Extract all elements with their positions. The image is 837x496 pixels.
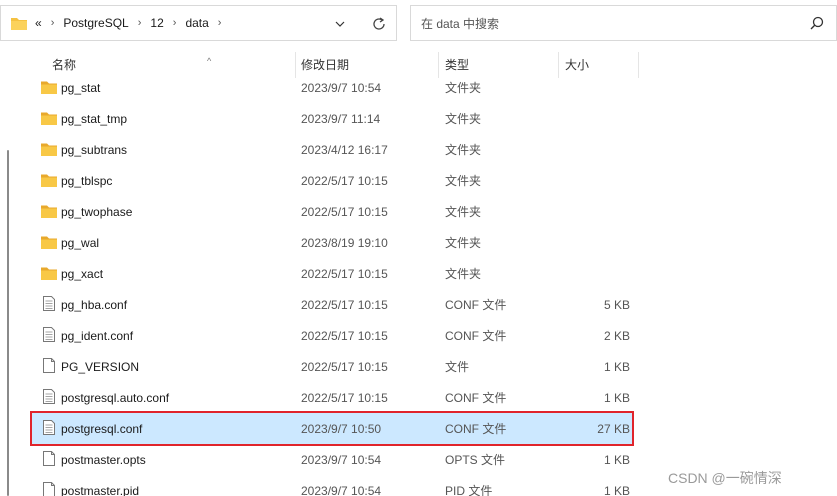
file-icon bbox=[43, 358, 59, 373]
file-icon bbox=[43, 451, 59, 466]
file-size: 5 KB bbox=[603, 297, 630, 312]
text-file-icon bbox=[43, 389, 59, 404]
file-name: pg_wal bbox=[61, 235, 100, 250]
folder-icon bbox=[41, 204, 57, 218]
file-size: 2 KB bbox=[603, 328, 630, 343]
watermark-text: CSDN @一碗情深 bbox=[668, 470, 782, 486]
file-modified-date: 2022/5/17 10:15 bbox=[301, 173, 388, 188]
file-name: pg_subtrans bbox=[61, 142, 128, 157]
sort-ascending-icon: ^ bbox=[207, 56, 212, 66]
file-row[interactable]: postmaster.pid 2023/9/7 10:54 PID 文件 1 KB bbox=[32, 475, 632, 496]
file-type: 文件 bbox=[445, 360, 470, 374]
file-modified-date: 2023/9/7 10:54 bbox=[301, 80, 382, 95]
file-type: 文件夹 bbox=[445, 267, 482, 281]
file-name: pg_hba.conf bbox=[61, 297, 128, 312]
file-modified-date: 2023/8/19 19:10 bbox=[301, 235, 388, 250]
file-size: 1 KB bbox=[603, 483, 630, 496]
file-modified-date: 2023/9/7 11:14 bbox=[301, 111, 381, 126]
vertical-scrollbar[interactable] bbox=[7, 150, 9, 496]
breadcrumb: « › PostgreSQL › 12 › data › bbox=[35, 16, 230, 30]
folder-icon bbox=[41, 142, 57, 156]
chevron-right-icon: › bbox=[50, 17, 55, 29]
file-modified-date: 2022/5/17 10:15 bbox=[301, 359, 388, 374]
folder-row[interactable]: pg_subtrans 2023/4/12 16:17 文件夹 bbox=[32, 134, 632, 165]
file-type: 文件夹 bbox=[445, 205, 482, 219]
file-modified-date: 2022/5/17 10:15 bbox=[301, 204, 388, 219]
file-type: CONF 文件 bbox=[445, 329, 507, 343]
file-name: postmaster.pid bbox=[61, 483, 140, 496]
folder-row[interactable]: pg_twophase 2022/5/17 10:15 文件夹 bbox=[32, 196, 632, 227]
file-row[interactable]: PG_VERSION 2022/5/17 10:15 文件 1 KB bbox=[32, 351, 632, 382]
chevron-right-icon[interactable]: › bbox=[138, 17, 142, 29]
file-row[interactable]: postgresql.auto.conf 2022/5/17 10:15 CONF … bbox=[32, 382, 632, 413]
file-name: pg_stat_tmp bbox=[61, 111, 128, 126]
file-modified-date: 2023/4/12 16:17 bbox=[301, 142, 388, 157]
file-modified-date: 2022/5/17 10:15 bbox=[301, 266, 388, 281]
breadcrumb-item[interactable]: 12 bbox=[150, 16, 163, 30]
search-box[interactable]: 在 data 中搜索 bbox=[410, 5, 837, 41]
file-modified-date: 2023/9/7 10:54 bbox=[301, 452, 382, 467]
file-type: 文件夹 bbox=[445, 112, 482, 126]
folder-row[interactable]: pg_xact 2022/5/17 10:15 文件夹 bbox=[32, 258, 632, 289]
file-type: PID 文件 bbox=[445, 484, 493, 496]
folder-icon bbox=[41, 111, 57, 125]
file-type: 文件夹 bbox=[445, 236, 482, 250]
folder-row[interactable]: pg_stat_tmp 2023/9/7 11:14 文件夹 bbox=[32, 103, 632, 134]
file-name: pg_stat bbox=[61, 80, 101, 95]
file-name: pg_xact bbox=[61, 266, 104, 281]
breadcrumb-item[interactable]: PostgreSQL bbox=[63, 16, 128, 30]
file-type: 文件夹 bbox=[445, 174, 482, 188]
file-name: pg_ident.conf bbox=[61, 328, 134, 343]
chevron-down-icon[interactable] bbox=[334, 18, 346, 30]
file-row[interactable]: postgresql.conf 2023/9/7 10:50 CONF 文件 27 K… bbox=[30, 411, 634, 446]
file-icon bbox=[43, 482, 59, 496]
file-size: 1 KB bbox=[603, 359, 630, 374]
breadcrumb-overflow[interactable]: « bbox=[35, 16, 42, 30]
folder-row[interactable]: pg_tblspc 2022/5/17 10:15 文件夹 bbox=[32, 165, 632, 196]
text-file-icon bbox=[43, 420, 59, 435]
text-file-icon bbox=[43, 327, 59, 342]
file-type: 文件夹 bbox=[445, 143, 482, 157]
file-name: pg_twophase bbox=[61, 204, 133, 219]
search-icon[interactable] bbox=[810, 16, 824, 30]
file-name: postmaster.opts bbox=[61, 452, 146, 467]
text-file-icon bbox=[43, 296, 59, 311]
file-name: postgresql.conf bbox=[61, 421, 143, 436]
file-name: pg_tblspc bbox=[61, 173, 113, 188]
file-size: 1 KB bbox=[603, 452, 630, 467]
file-row[interactable]: pg_hba.conf 2022/5/17 10:15 CONF 文件 5 KB bbox=[32, 289, 632, 320]
folder-row[interactable]: pg_stat 2023/9/7 10:54 文件夹 bbox=[32, 72, 632, 103]
file-modified-date: 2022/5/17 10:15 bbox=[301, 390, 388, 405]
file-modified-date: 2022/5/17 10:15 bbox=[301, 328, 388, 343]
file-size: 1 KB bbox=[603, 390, 630, 405]
refresh-icon[interactable] bbox=[371, 16, 387, 32]
file-type: 文件夹 bbox=[445, 81, 482, 95]
file-row[interactable]: pg_ident.conf 2022/5/17 10:15 CONF 文件 2 KB bbox=[32, 320, 632, 351]
file-type: CONF 文件 bbox=[445, 391, 507, 405]
folder-icon bbox=[41, 235, 57, 249]
file-name: PG_VERSION bbox=[61, 359, 140, 374]
file-type: CONF 文件 bbox=[445, 422, 507, 436]
breadcrumb-item[interactable]: data bbox=[185, 16, 208, 30]
file-name: postgresql.auto.conf bbox=[61, 390, 170, 405]
file-modified-date: 2022/5/17 10:15 bbox=[301, 297, 388, 312]
file-modified-date: 2023/9/7 10:54 bbox=[301, 483, 382, 496]
folder-icon bbox=[41, 266, 57, 280]
search-input[interactable]: 在 data 中搜索 bbox=[421, 15, 499, 32]
chevron-right-icon[interactable]: › bbox=[218, 17, 222, 29]
folder-icon bbox=[41, 80, 57, 94]
folder-icon bbox=[41, 173, 57, 187]
file-type: OPTS 文件 bbox=[445, 453, 506, 467]
file-modified-date: 2023/9/7 10:50 bbox=[301, 421, 382, 436]
chevron-right-icon[interactable]: › bbox=[173, 17, 177, 29]
file-size: 27 KB bbox=[597, 421, 630, 436]
file-row[interactable]: postmaster.opts 2023/9/7 10:54 OPTS 文件 1 KB bbox=[32, 444, 632, 475]
folder-icon bbox=[11, 18, 27, 30]
folder-row[interactable]: pg_wal 2023/8/19 19:10 文件夹 bbox=[32, 227, 632, 258]
address-bar[interactable]: « › PostgreSQL › 12 › data › bbox=[0, 5, 397, 41]
file-type: CONF 文件 bbox=[445, 298, 507, 312]
